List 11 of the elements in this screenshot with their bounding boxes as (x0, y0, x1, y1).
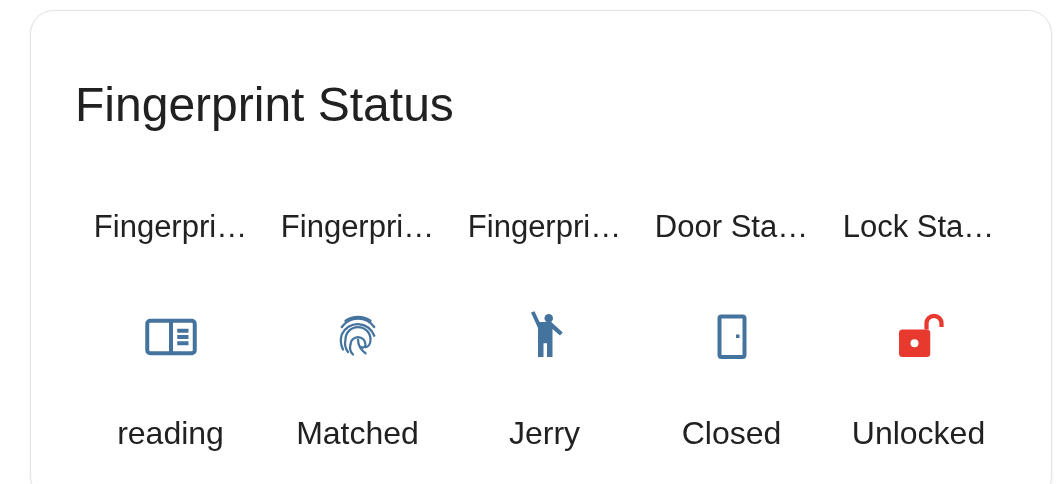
entity-name: Fingerpri… (467, 209, 622, 245)
entity-state: reading (117, 415, 224, 451)
card-title: Fingerprint Status (75, 79, 455, 131)
entity-state: Jerry (508, 415, 581, 451)
entity-name: Fingerpri… (280, 209, 435, 245)
entity-name: Fingerpri… (93, 209, 248, 245)
entity-state: Unlocked (851, 415, 986, 451)
entity-name: Lock Sta… (842, 209, 995, 245)
entity-state: Closed (681, 415, 782, 451)
entity-name: Door Sta… (654, 209, 809, 245)
entity-state: Matched (296, 415, 419, 451)
